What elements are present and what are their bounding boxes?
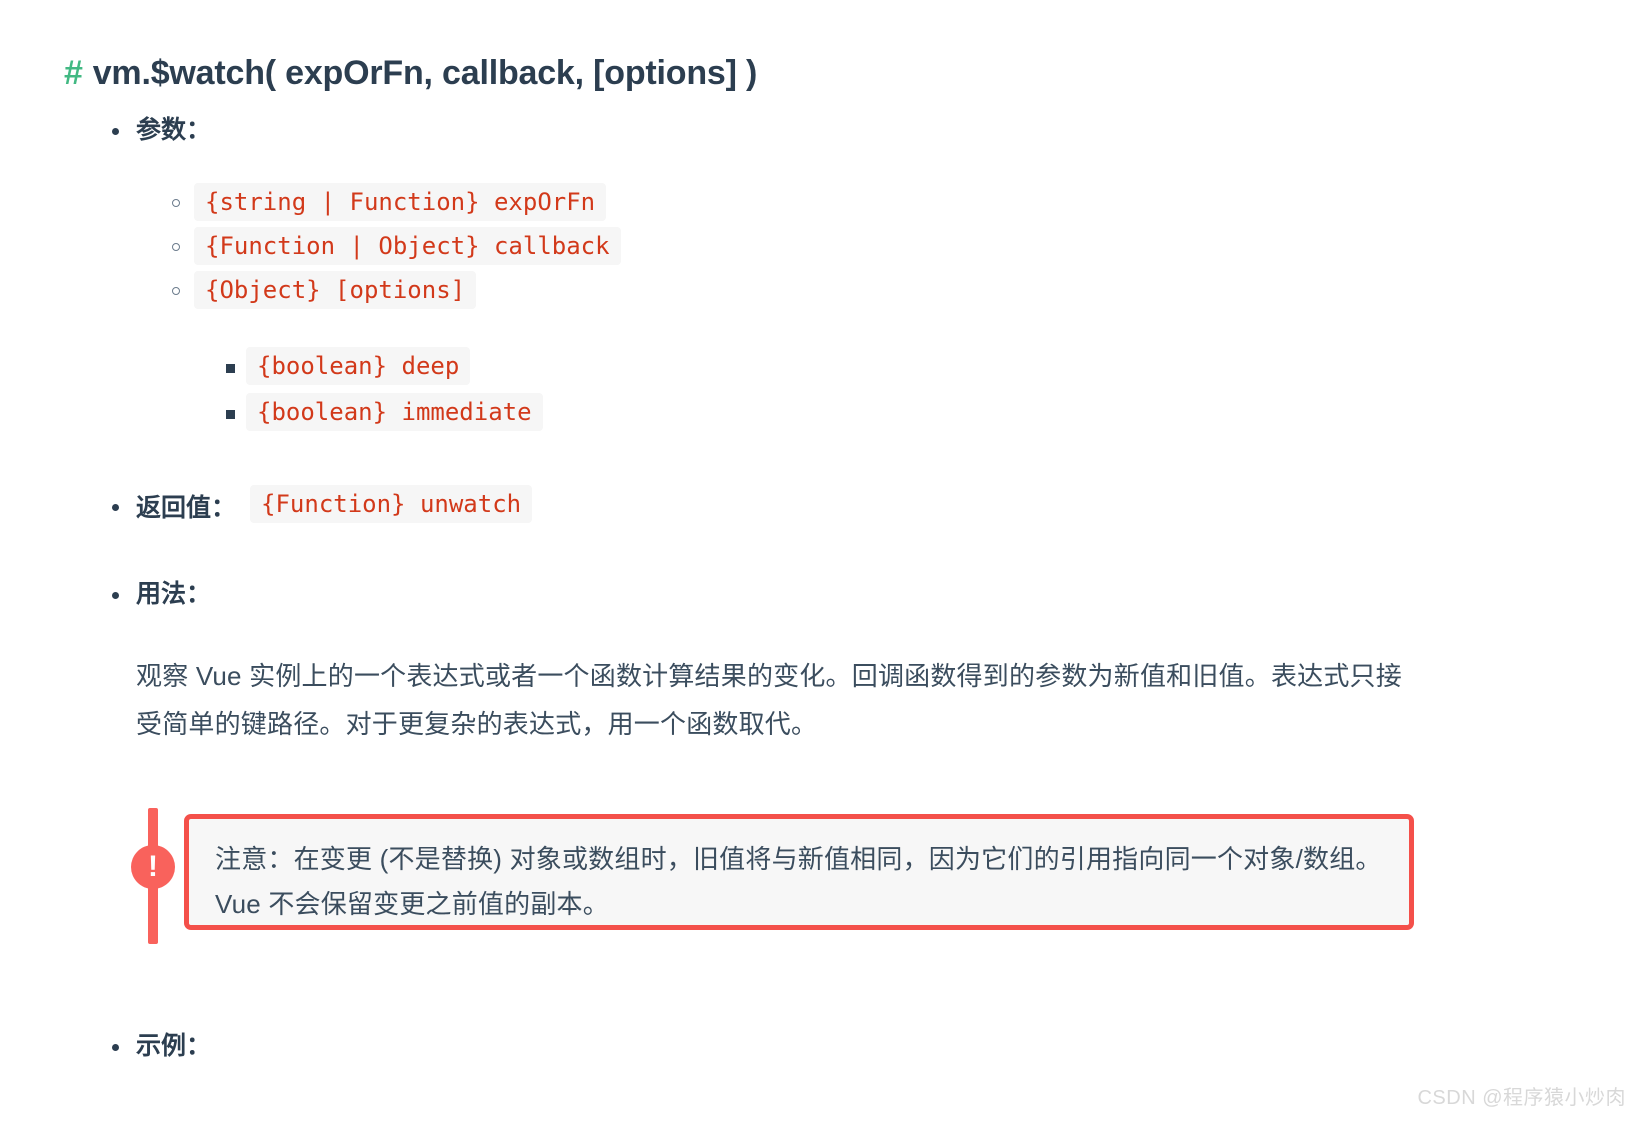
list-item: {Object} [options] {boolean} deep {boole… <box>136 271 1564 431</box>
documentation-page: # vm.$watch( expOrFn, callback, [options]… <box>0 0 1648 1124</box>
param-code-options: {Object} [options] <box>194 271 477 309</box>
usage-paragraph: 观察 Vue 实例上的一个表达式或者一个函数计算结果的变化。回调函数得到的参数为… <box>136 660 1402 739</box>
returns-code: {Function} unwatch <box>250 485 533 523</box>
param-code-expOrFn: {string | Function} expOrFn <box>194 183 607 221</box>
usage-label: 用法： <box>136 579 212 608</box>
example-label: 示例： <box>136 1031 212 1060</box>
list-item: {boolean} deep <box>194 347 1564 385</box>
warning-callout: ! 注意：在变更 (不是替换) 对象或数组时，旧值将与新值相同，因为它们的引用指… <box>131 807 1436 944</box>
list-item-example: 示例： <box>64 1026 1564 1066</box>
doc-content: 参数： {string | Function} expOrFn {Functio… <box>64 110 1564 1066</box>
option-code-immediate: {boolean} immediate <box>246 393 543 431</box>
top-level-list: 参数： {string | Function} expOrFn {Functio… <box>64 110 1564 1066</box>
param-code-callback: {Function | Object} callback <box>194 227 621 265</box>
params-label: 参数： <box>136 116 212 144</box>
list-item: {string | Function} expOrFn <box>136 183 1564 221</box>
callout-text: 注意：在变更 (不是替换) 对象或数组时，旧值将与新值相同，因为它们的引用指向同… <box>215 843 1382 920</box>
list-item-usage: 用法： 观察 Vue 实例上的一个表达式或者一个函数计算结果的变化。回调函数得到… <box>64 574 1564 944</box>
options-sublist: {boolean} deep {boolean} immediate <box>194 347 1564 431</box>
list-item-returns: 返回值： {Function} unwatch <box>64 485 1564 528</box>
option-code-deep: {boolean} deep <box>246 347 471 385</box>
list-item: {boolean} immediate <box>194 393 1564 431</box>
page-title: # vm.$watch( expOrFn, callback, [options]… <box>64 51 757 97</box>
warning-exclamation-icon: ! <box>131 844 175 889</box>
heading-anchor-icon[interactable]: # <box>64 54 83 92</box>
list-item-params: 参数： {string | Function} expOrFn {Functio… <box>64 110 1564 431</box>
heading-text: vm.$watch( expOrFn, callback, [options] … <box>92 53 758 92</box>
params-sublist: {string | Function} expOrFn {Function | … <box>136 183 1564 431</box>
returns-label: 返回值： <box>136 493 237 522</box>
callout-box: 注意：在变更 (不是替换) 对象或数组时，旧值将与新值相同，因为它们的引用指向同… <box>184 813 1414 930</box>
list-item: {Function | Object} callback <box>136 227 1564 265</box>
csdn-watermark: CSDN @程序猿小炒肉 <box>1417 1087 1626 1109</box>
